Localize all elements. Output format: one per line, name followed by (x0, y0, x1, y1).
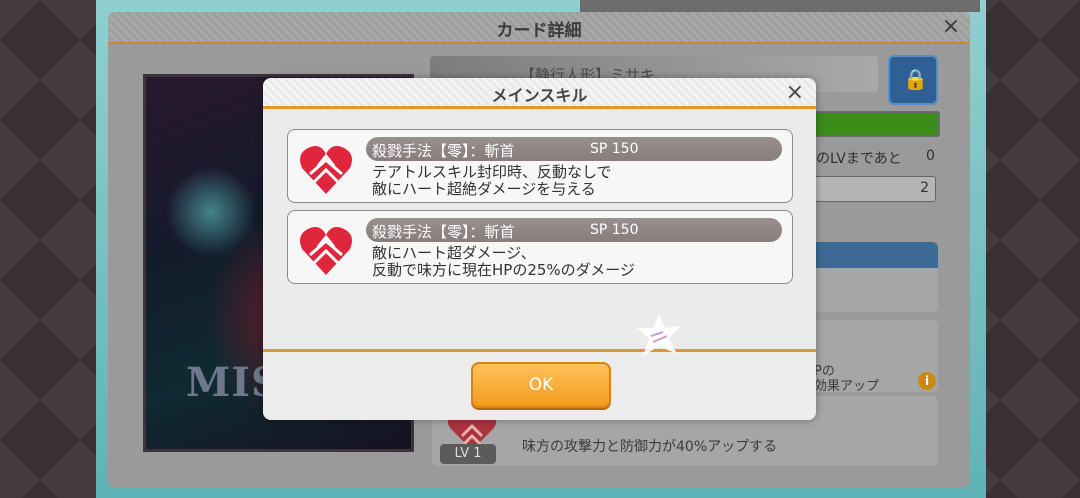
skill-description: テアトルスキル封印時、反動なしで 敵にハート超絶ダメージを与える (372, 164, 612, 198)
exp-value: 0 (926, 148, 935, 164)
ok-button[interactable]: OK (471, 362, 611, 408)
skill-name: 殺戮手法【零】：斬首 (372, 142, 515, 160)
red-heart-slash-icon (300, 146, 352, 194)
skill-card: 殺戮手法【零】：斬首 SP 150 敵にハート超ダメージ、 反動で味方に現在HP… (287, 210, 793, 284)
dialog-footer: OK (263, 352, 816, 420)
card-detail-title: カード詳細 (496, 21, 582, 41)
skill-panel-1[interactable] (808, 242, 938, 312)
card-detail-header: カード詳細 × (108, 12, 970, 44)
skill-description: 敵にハート超ダメージ、 反動で味方に現在HPの25%のダメージ (372, 245, 635, 279)
level-box: 2 (808, 176, 936, 202)
skill-desc-line2: 敵にハート超絶ダメージを与える (372, 180, 596, 198)
skill-panel-1-header (808, 242, 938, 268)
top-status-strip (580, 0, 980, 12)
skill-name-bar: 殺戮手法【零】：斬首 SP 150 (366, 137, 782, 161)
touch-sparkle-icon (637, 314, 681, 356)
skill-name-bar: 殺戮手法【零】：斬首 SP 150 (366, 218, 782, 242)
dialog-header: メインスキル × (263, 78, 816, 109)
skill-desc-line1: 敵にハート超ダメージ、 (372, 244, 536, 262)
dialog-body: 殺戮手法【零】：斬首 SP 150 テアトルスキル封印時、反動なしで 敵にハート… (263, 109, 816, 349)
skill-sp: SP 150 (590, 141, 639, 157)
leader-skill-level-badge: LV 1 (440, 444, 496, 464)
lock-icon: 🔒 (903, 67, 928, 91)
skill-card: 殺戮手法【零】：斬首 SP 150 テアトルスキル封印時、反動なしで 敵にハート… (287, 129, 793, 203)
exp-label: のLVまであと (816, 151, 902, 167)
skill-sp: SP 150 (590, 222, 639, 238)
dialog-close-icon[interactable]: × (786, 80, 804, 106)
dialog-title: メインスキル (491, 86, 588, 105)
leader-skill-description: 味方の攻撃力と防御力が40%アップする (522, 439, 778, 455)
lock-button[interactable]: 🔒 (888, 55, 938, 105)
skill-desc-line2: 反動で味方に現在HPの25%のダメージ (372, 261, 635, 279)
skill-name: 殺戮手法【零】：斬首 (372, 223, 515, 241)
skill-panel-2-line2: 効果アップ (814, 379, 880, 394)
skill-desc-line1: テアトルスキル封印時、反動なしで (372, 163, 612, 181)
main-skill-dialog: メインスキル × 殺戮手法【零】：斬首 SP 150 テアトルスキル封印時、反動… (263, 78, 816, 420)
red-heart-slash-icon (300, 227, 352, 275)
exp-bar (808, 111, 940, 137)
level-value: 2 (920, 180, 929, 196)
card-detail-close-icon[interactable]: × (938, 14, 964, 40)
info-icon[interactable]: i (918, 372, 936, 390)
